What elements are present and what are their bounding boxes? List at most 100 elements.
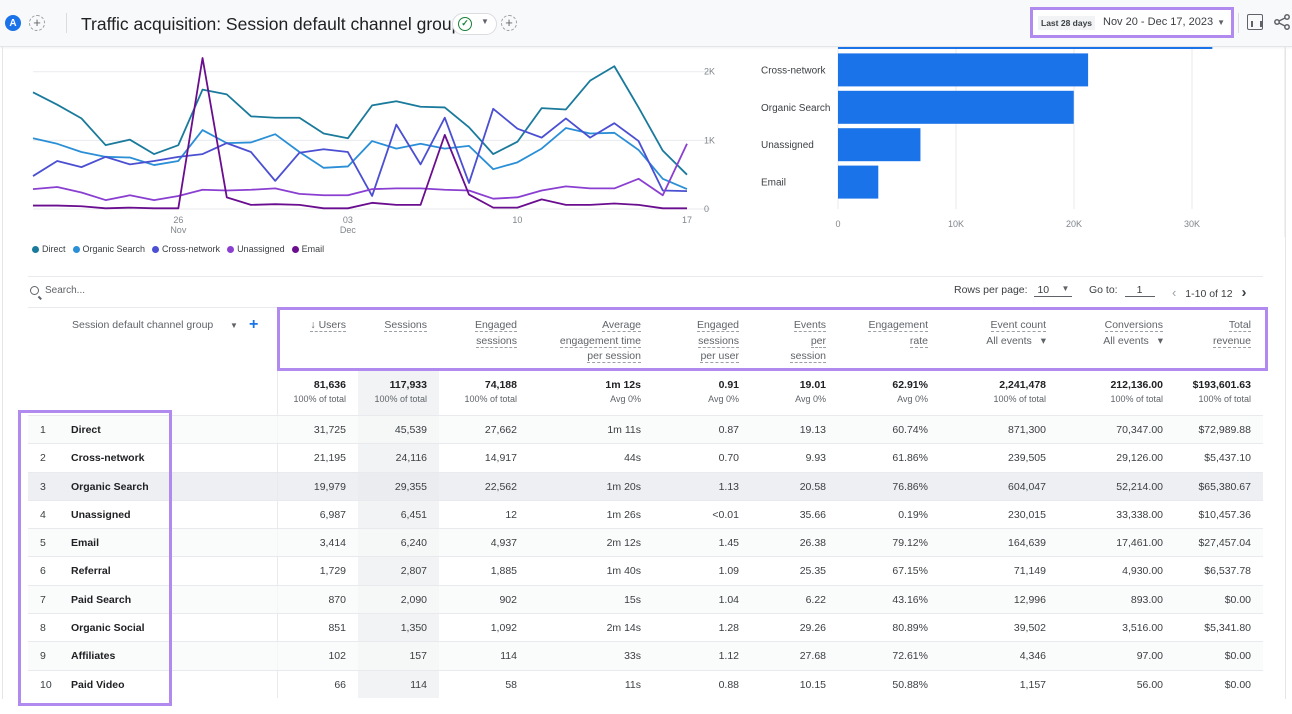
total-value: $193,601.63 [1192,379,1251,391]
next-page-icon[interactable]: › [1241,284,1246,301]
caret-down-icon: ▼ [1061,284,1070,293]
table-cell: 60.74% [892,424,928,436]
table-row[interactable]: 1 Direct 31,725 45,539 27,662 1m 11s 0.87 19.13… [28,415,1263,444]
goto-input[interactable]: 1 [1124,284,1155,297]
total-subtext: 100% of total [1198,394,1251,404]
table-cell: 6,451 [400,508,427,521]
table-cell: 102 [328,650,346,663]
customize-report-icon[interactable] [1247,14,1263,30]
goto-page: Go to: 1 [1089,284,1155,297]
search-input[interactable]: Search... [45,285,85,296]
table-cell: 0.88 [718,678,739,691]
table-cell: 2m 14s [606,622,641,635]
page-title: Traffic acquisition: Session default cha… [81,14,462,34]
total-cell: 62.91% Avg 0% [892,371,928,404]
table-cell: $5,341.80 [1204,622,1251,635]
legend-item[interactable]: Direct [32,244,66,254]
legend-label: Cross-network [162,244,221,254]
table-cell: 2,807 [400,565,427,578]
table-cell: 35.66 [799,508,826,521]
x-tick-label: 0 [835,219,840,229]
add-filter-icon[interactable]: + [501,15,517,31]
table-cell: 66 [334,678,346,691]
divider [28,276,1263,277]
table-row[interactable]: 6 Referral 1,729 2,807 1,885 1m 40s 1.09 25.35 6… [28,556,1263,584]
x-tick-label: 17 [682,215,692,225]
table-cell: $0.00 [1224,650,1251,663]
table-cell: 52,214.00 [1116,480,1163,493]
table-cell: 70,347.00 [1116,424,1163,436]
add-dimension-icon[interactable]: + [249,316,258,334]
table-row[interactable]: 5 Email 3,414 6,240 4,937 2m 12s 1.45 26.38 79.1… [28,528,1263,557]
x-tick-label: 03 [343,215,353,225]
x-tick-label: 20K [1066,219,1082,229]
table-cell: 71,149 [1013,565,1046,578]
total-subtext: 100% of total [293,394,346,404]
table-row[interactable]: 8 Organic Social 851 1,350 1,092 2m 14s 1.28 29… [28,613,1263,641]
table-row[interactable]: 9 Affiliates 102 157 114 33s 1.12 27.68 72.61% 4,… [28,641,1263,670]
table-search[interactable]: Search... [30,285,85,296]
table-cell: 76.86% [892,480,928,493]
table-cell: 10.15 [799,678,826,691]
table-cell: 1,350 [400,622,427,635]
table-cell: 4,930.00 [1122,565,1163,578]
bar-category-label: Email [761,178,786,189]
report-status-dropdown[interactable]: ✓ ▼ [452,13,497,35]
table-row[interactable]: 4 Unassigned 6,987 6,451 12 1m 26s <0.01 35.66 0… [28,499,1263,528]
legend-item[interactable]: Unassigned [227,244,285,254]
table-cell: 29.26 [799,622,826,635]
table-row[interactable]: 7 Paid Search 870 2,090 902 15s 1.04 6.22 43.16%… [28,584,1263,614]
rows-per-page-select[interactable]: 10 ▼ [1034,284,1073,297]
caret-down-icon[interactable]: ▼ [230,321,238,330]
table-cell: 1.09 [718,565,739,578]
table-row[interactable]: 3 Organic Search 19,979 29,355 22,562 1m 20s 1… [28,471,1263,500]
add-comparison-icon[interactable]: + [29,15,45,31]
table-cell: 1.04 [718,593,739,606]
total-subtext: Avg 0% [610,394,641,404]
table-cell: <0.01 [712,508,739,521]
table-cell: 25.35 [799,565,826,578]
legend-item[interactable]: Email [291,244,324,254]
table-row[interactable]: 10 Paid Video 66 114 58 11s 0.88 10.15 50.88% 1,1… [28,669,1263,698]
total-value: 62.91% [892,379,928,391]
total-subtext: Avg 0% [795,394,826,404]
table-cell: 114 [410,678,427,691]
property-avatar[interactable]: A [5,15,21,31]
table-cell: 1m 40s [606,565,641,578]
table-cell: 14,917 [484,452,517,465]
total-value: 117,933 [389,379,427,391]
table-cell: 43.16% [892,593,928,606]
goto-value: 1 [1136,284,1143,296]
date-range-picker[interactable]: Last 28 days Nov 20 - Dec 17, 2023 ▼ [1030,7,1234,38]
table-cell: 29,126.00 [1116,452,1163,465]
total-subtext: 100% of total [464,394,517,404]
legend-label: Organic Search [82,244,146,254]
legend-item[interactable]: Cross-network [152,244,220,254]
rows-per-page-label: Rows per page: [954,284,1028,296]
table-cell: 2m 12s [606,537,641,550]
search-icon [30,286,39,295]
table-cell: 1m 11s [607,424,641,436]
table-cell: 1,157 [1019,678,1046,691]
total-value: 19.01 [799,379,826,391]
x-tick-label: 10 [512,215,522,225]
table-cell: $0.00 [1224,593,1251,606]
legend-item[interactable]: Organic Search [72,244,146,254]
y-tick-label: 2K [704,67,715,77]
divider [1238,13,1239,33]
total-cell: 19.01 Avg 0% [795,371,826,404]
table-row[interactable]: 2 Cross-network 21,195 24,116 14,917 44s 0.70 9… [28,443,1263,471]
caret-down-icon: ▼ [481,17,489,26]
divider [66,13,67,33]
table-cell: 6,987 [319,508,346,521]
dimension-header[interactable]: Session default channel group [72,319,213,331]
table-cell: $0.00 [1224,678,1251,691]
share-icon[interactable] [1273,13,1291,31]
prev-page-icon[interactable]: ‹ [1172,285,1176,300]
dimension-values-highlight [18,410,172,706]
table-cell: 27.68 [799,650,826,663]
table-cell: $27,457.04 [1198,537,1251,550]
table-cell: 17,461.00 [1116,537,1163,550]
table-cell: 871,300 [1008,424,1046,436]
total-cell: 117,933 100% of total [374,371,427,404]
